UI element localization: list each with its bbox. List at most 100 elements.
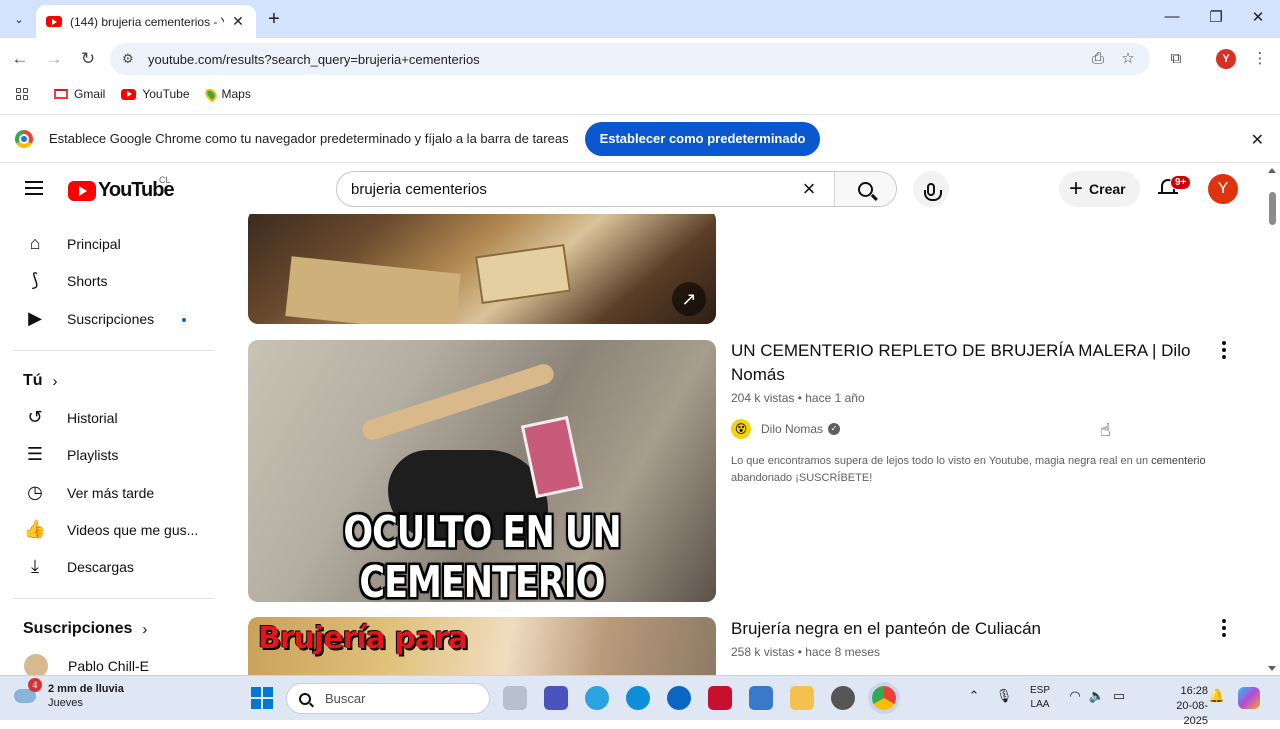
show-hidden-icons-icon[interactable]: ⌃ — [965, 688, 983, 704]
description-highlight: cementerio — [1151, 455, 1206, 467]
search-input[interactable] — [337, 172, 794, 206]
tab-search-chevron-icon[interactable]: ⌄ — [10, 10, 28, 28]
maps-pin-icon — [202, 85, 219, 103]
sidebar-item-label: Ver más tarde — [67, 484, 155, 501]
install-app-icon[interactable]: ⎙ — [1088, 49, 1108, 69]
windows-taskbar: 4 2 mm de lluvia Jueves Buscar ⌃ 🎙 ESP LA… — [0, 675, 1280, 727]
notification-center-icon[interactable]: 🔔 — [1208, 688, 1226, 704]
youtube-favicon-icon — [46, 16, 62, 27]
active-tab[interactable]: (144) brujeria cementerios - YouTube ✕ — [36, 5, 256, 38]
more-actions-icon[interactable] — [1221, 341, 1227, 359]
scroll-up-icon[interactable] — [1268, 168, 1276, 173]
sidebar-item-liked-videos[interactable]: 👍 Videos que me gus... — [12, 511, 212, 548]
bookmark-maps[interactable]: Maps — [202, 85, 251, 103]
site-info-icon[interactable]: ⚙ — [122, 51, 140, 67]
wifi-icon[interactable]: ◠ — [1066, 688, 1084, 704]
youtube-logo[interactable]: YouTube CL — [68, 175, 175, 202]
file-explorer-icon[interactable] — [790, 686, 814, 710]
sidebar-you-heading[interactable]: Tú › — [23, 372, 58, 390]
youtube-masthead: YouTube CL × + Crear — [0, 164, 1264, 214]
sidebar-sub-pablo-chill-e[interactable]: Pablo Chill-E — [12, 647, 212, 675]
infobar-close-icon[interactable]: ✕ — [1251, 130, 1264, 150]
copilot-tray-icon[interactable] — [1238, 687, 1260, 709]
search-icon — [299, 692, 311, 705]
tab-close-icon[interactable]: ✕ — [230, 13, 246, 30]
set-default-button[interactable]: Establecer como predeterminado — [584, 121, 821, 156]
mcafee-icon[interactable] — [708, 686, 732, 710]
microphone-tray-icon[interactable]: 🎙 — [995, 688, 1013, 704]
copilot-icon[interactable] — [585, 686, 609, 710]
chrome-menu-icon[interactable]: ⋮ — [1250, 49, 1270, 69]
forward-icon[interactable]: → — [44, 49, 64, 69]
teams-icon[interactable] — [544, 686, 568, 710]
app-icon[interactable] — [831, 686, 855, 710]
sidebar-subscriptions-heading[interactable]: Suscripciones › — [23, 620, 147, 638]
sidebar-item-principal[interactable]: ⌂ Principal — [12, 225, 212, 262]
hp-icon[interactable] — [667, 686, 691, 710]
bookmark-label: Gmail — [74, 87, 106, 101]
clock-date: 20-08-2025 — [1176, 700, 1208, 727]
channel-row[interactable]: 😵 Dilo Nomas ✓ — [731, 419, 1211, 439]
channel-name[interactable]: Dilo Nomas — [761, 422, 823, 436]
task-view-icon[interactable] — [503, 686, 527, 710]
bookmark-gmail[interactable]: Gmail — [54, 87, 105, 101]
sidebar-item-shorts[interactable]: ⟆ Shorts — [12, 262, 212, 299]
store-icon[interactable] — [749, 686, 773, 710]
battery-icon[interactable]: ▭ — [1110, 688, 1128, 704]
start-windows-icon[interactable] — [251, 687, 273, 709]
chrome-logo-icon — [15, 129, 33, 148]
video-title[interactable]: Brujería negra en el panteón de Culiacán — [731, 617, 1211, 641]
account-avatar[interactable]: Y — [1208, 174, 1238, 204]
guide-menu-icon[interactable] — [25, 181, 43, 195]
hand-cursor-icon: ☝ — [1100, 420, 1111, 440]
taskbar-search-placeholder: Buscar — [325, 691, 366, 706]
video-thumbnail[interactable]: ↗ — [248, 214, 716, 324]
sidebar-item-ver-mas-tarde[interactable]: ◷ Ver más tarde — [12, 474, 212, 511]
video-thumbnail[interactable]: OCULTO EN UN CEMENTERIO — [248, 340, 716, 602]
scroll-down-icon[interactable] — [1268, 666, 1276, 671]
thumbnail-caption: OCULTO EN UN CEMENTERIO — [343, 508, 621, 602]
open-arrow-icon[interactable]: ↗ — [672, 282, 706, 316]
you-heading-label: Tú — [23, 372, 43, 389]
chevron-right-icon: › — [52, 372, 58, 390]
extensions-icon[interactable]: ⧉ — [1166, 49, 1186, 69]
bookmark-star-icon[interactable]: ☆ — [1118, 49, 1138, 69]
reload-icon[interactable]: ↻ — [78, 49, 98, 69]
sidebar-divider — [12, 598, 214, 599]
back-icon[interactable]: ← — [10, 49, 30, 69]
weather-widget[interactable]: 4 2 mm de lluvia Jueves — [14, 678, 124, 710]
taskbar-search[interactable]: Buscar — [286, 683, 490, 714]
sidebar-item-playlists[interactable]: ☰ Playlists — [12, 436, 212, 473]
chrome-profile-avatar[interactable]: Y — [1216, 49, 1236, 69]
system-clock[interactable]: 16:28 20-08-2025 — [1170, 684, 1208, 729]
volume-icon[interactable]: 🔈 — [1088, 688, 1106, 704]
window-close-icon[interactable]: ✕ — [1248, 8, 1268, 26]
sidebar-item-historial[interactable]: ↺ Historial — [12, 399, 212, 436]
minimize-icon[interactable]: — — [1162, 8, 1182, 25]
thumbnail-caption: Brujería para — [258, 621, 468, 656]
bookmark-label: Maps — [221, 87, 251, 101]
search-results: ↗ OCULTO EN UN CEMENTERIO UN CEMENTERIO … — [230, 214, 1264, 675]
new-tab-icon[interactable]: + — [264, 9, 284, 29]
bookmark-youtube[interactable]: YouTube — [121, 87, 190, 101]
voice-search-button[interactable] — [913, 171, 949, 207]
scrollbar-thumb[interactable] — [1269, 192, 1276, 225]
chrome-taskbar-icon[interactable] — [872, 686, 896, 710]
address-bar[interactable]: ⚙ youtube.com/results?search_query=bruje… — [110, 43, 1150, 75]
address-url: youtube.com/results?search_query=brujeri… — [148, 51, 480, 67]
sidebar-item-descargas[interactable]: ⤓ Descargas — [12, 548, 212, 585]
create-button[interactable]: + Crear — [1059, 171, 1140, 207]
video-title[interactable]: UN CEMENTERIO REPLETO DE BRUJERÍA MALERA… — [731, 339, 1211, 387]
clear-search-icon[interactable]: × — [794, 176, 824, 202]
search-button[interactable] — [834, 172, 896, 206]
browser-toolbar: ← → ↻ ⚙ youtube.com/results?search_query… — [0, 38, 1280, 80]
video-thumbnail[interactable]: Brujería para — [248, 617, 716, 675]
tab-strip: ⌄ (144) brujeria cementerios - YouTube ✕… — [0, 0, 1280, 38]
page-scrollbar[interactable] — [1264, 164, 1280, 675]
apps-grid-icon[interactable] — [16, 88, 28, 100]
more-actions-icon[interactable] — [1221, 619, 1227, 637]
sidebar-item-label: Pablo Chill-E — [68, 657, 149, 674]
input-language[interactable]: ESP LAA — [1030, 684, 1050, 712]
restore-icon[interactable]: ❐ — [1206, 8, 1226, 26]
edge-icon[interactable] — [626, 686, 650, 710]
